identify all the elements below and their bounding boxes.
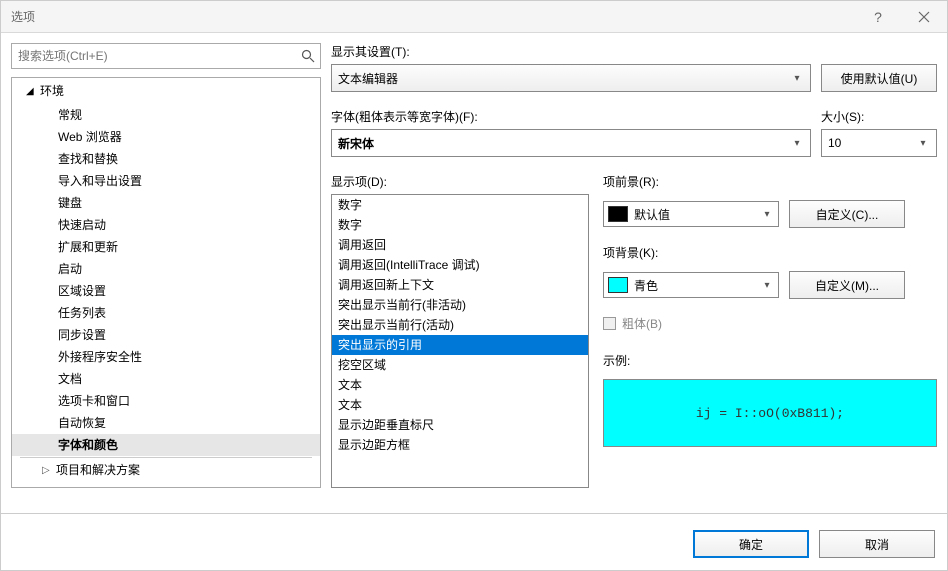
bold-checkbox: 粗体(B): [603, 315, 937, 332]
tree-item[interactable]: 自动恢复: [12, 412, 320, 434]
background-combo[interactable]: 青色 ▾: [603, 272, 779, 298]
tree-item[interactable]: 任务列表: [12, 302, 320, 324]
tree-item[interactable]: 键盘: [12, 192, 320, 214]
list-item[interactable]: 突出显示的引用: [332, 335, 588, 355]
tree-item[interactable]: 查找和替换: [12, 148, 320, 170]
font-combo[interactable]: 新宋体 ▾: [331, 129, 811, 157]
tree-item-root[interactable]: ◢环境: [12, 80, 320, 104]
search-box: [11, 43, 321, 69]
combo-text: 新宋体: [338, 135, 790, 152]
tree-item[interactable]: 文档: [12, 368, 320, 390]
color-col: 项前景(R): 默认值 ▾ 自定义(C)... 项背景(K): 青色 ▾: [603, 173, 937, 488]
show-settings-group: 显示其设置(T): 文本编辑器 ▾ 使用默认值(U): [331, 43, 937, 92]
chevron-down-icon: ▾: [760, 280, 774, 291]
search-icon[interactable]: [296, 49, 320, 63]
close-button[interactable]: [901, 1, 947, 33]
display-items-col: 显示项(D): 数字数字调用返回调用返回(IntelliTrace 调试)调用返…: [331, 173, 589, 488]
tree-item[interactable]: 同步设置: [12, 324, 320, 346]
sample-text: ij = I::oO(0xB811);: [696, 406, 844, 421]
custom-background-button[interactable]: 自定义(M)...: [789, 271, 905, 299]
list-item[interactable]: 突出显示当前行(活动): [332, 315, 588, 335]
bold-label: 粗体(B): [622, 315, 662, 332]
list-item[interactable]: 突出显示当前行(非活动): [332, 295, 588, 315]
font-size-row: 字体(粗体表示等宽字体)(F): 新宋体 ▾ 大小(S): 10 ▾: [331, 108, 937, 157]
tree-item[interactable]: 选项卡和窗口: [12, 390, 320, 412]
display-items-list[interactable]: 数字数字调用返回调用返回(IntelliTrace 调试)调用返回新上下文突出显…: [331, 194, 589, 488]
combo-text: 10: [828, 136, 916, 150]
chevron-down-icon: ▾: [916, 138, 930, 149]
titlebar: 选项 ?: [1, 1, 947, 33]
divider: [1, 513, 947, 514]
tree-item[interactable]: 扩展和更新: [12, 236, 320, 258]
list-item[interactable]: 调用返回(IntelliTrace 调试): [332, 255, 588, 275]
color-swatch: [608, 206, 628, 222]
sample-box: ij = I::oO(0xB811);: [603, 379, 937, 447]
tree-item[interactable]: 外接程序安全性: [12, 346, 320, 368]
chevron-right-icon: ▷: [42, 486, 54, 488]
list-item[interactable]: 文本: [332, 375, 588, 395]
list-item[interactable]: 调用返回新上下文: [332, 275, 588, 295]
list-item[interactable]: 调用返回: [332, 235, 588, 255]
size-label: 大小(S):: [821, 108, 937, 125]
list-item[interactable]: 数字: [332, 215, 588, 235]
combo-text: 默认值: [634, 206, 760, 223]
font-label: 字体(粗体表示等宽字体)(F):: [331, 108, 811, 125]
chevron-right-icon: ▷: [42, 462, 54, 480]
size-group: 大小(S): 10 ▾: [821, 108, 937, 157]
ok-button[interactable]: 确定: [693, 530, 809, 558]
close-icon: [918, 11, 930, 23]
tree-item[interactable]: 导入和导出设置: [12, 170, 320, 192]
display-items-label: 显示项(D):: [331, 173, 589, 190]
checkbox-icon: [603, 317, 616, 330]
size-combo[interactable]: 10 ▾: [821, 129, 937, 157]
chevron-down-icon: ▾: [790, 138, 804, 149]
background-label: 项背景(K):: [603, 244, 937, 261]
show-settings-label: 显示其设置(T):: [331, 43, 937, 60]
chevron-down-icon: ◢: [26, 83, 38, 101]
category-tree[interactable]: ◢环境常规Web 浏览器查找和替换导入和导出设置键盘快速启动扩展和更新启动区域设…: [11, 77, 321, 488]
tree-item[interactable]: 区域设置: [12, 280, 320, 302]
list-item[interactable]: 数字: [332, 195, 588, 215]
list-item[interactable]: 显示边距方框: [332, 435, 588, 455]
left-pane: ◢环境常规Web 浏览器查找和替换导入和导出设置键盘快速启动扩展和更新启动区域设…: [11, 43, 321, 488]
list-item[interactable]: 挖空区域: [332, 355, 588, 375]
tree-item[interactable]: ▷项目和解决方案: [12, 459, 320, 483]
tree-item[interactable]: 快速启动: [12, 214, 320, 236]
list-item[interactable]: 文本: [332, 395, 588, 415]
help-button[interactable]: ?: [855, 1, 901, 33]
dialog-body: ◢环境常规Web 浏览器查找和替换导入和导出设置键盘快速启动扩展和更新启动区域设…: [1, 33, 947, 498]
list-item[interactable]: 显示边距垂直标尺: [332, 415, 588, 435]
divider: [20, 457, 312, 458]
tree-item[interactable]: 字体和颜色: [12, 434, 320, 456]
window-title: 选项: [11, 8, 855, 25]
custom-foreground-button[interactable]: 自定义(C)...: [789, 200, 905, 228]
font-group: 字体(粗体表示等宽字体)(F): 新宋体 ▾: [331, 108, 811, 157]
search-input[interactable]: [12, 44, 296, 68]
chevron-down-icon: ▾: [790, 73, 804, 84]
sample-label: 示例:: [603, 352, 937, 369]
footer-buttons: 确定 取消: [693, 530, 935, 558]
show-settings-combo[interactable]: 文本编辑器 ▾: [331, 64, 811, 92]
tree-item[interactable]: 常规: [12, 104, 320, 126]
color-swatch: [608, 277, 628, 293]
combo-text: 青色: [634, 277, 760, 294]
foreground-label: 项前景(R):: [603, 173, 937, 190]
chevron-down-icon: ▾: [760, 209, 774, 220]
tree-item[interactable]: Web 浏览器: [12, 126, 320, 148]
tree-item[interactable]: ▷源代码管理: [12, 483, 320, 488]
use-defaults-button[interactable]: 使用默认值(U): [821, 64, 937, 92]
columns: 显示项(D): 数字数字调用返回调用返回(IntelliTrace 调试)调用返…: [331, 173, 937, 488]
tree-item[interactable]: 启动: [12, 258, 320, 280]
foreground-combo[interactable]: 默认值 ▾: [603, 201, 779, 227]
cancel-button[interactable]: 取消: [819, 530, 935, 558]
combo-text: 文本编辑器: [338, 70, 790, 87]
right-pane: 显示其设置(T): 文本编辑器 ▾ 使用默认值(U) 字体(粗体表示等宽字体)(…: [331, 43, 937, 488]
